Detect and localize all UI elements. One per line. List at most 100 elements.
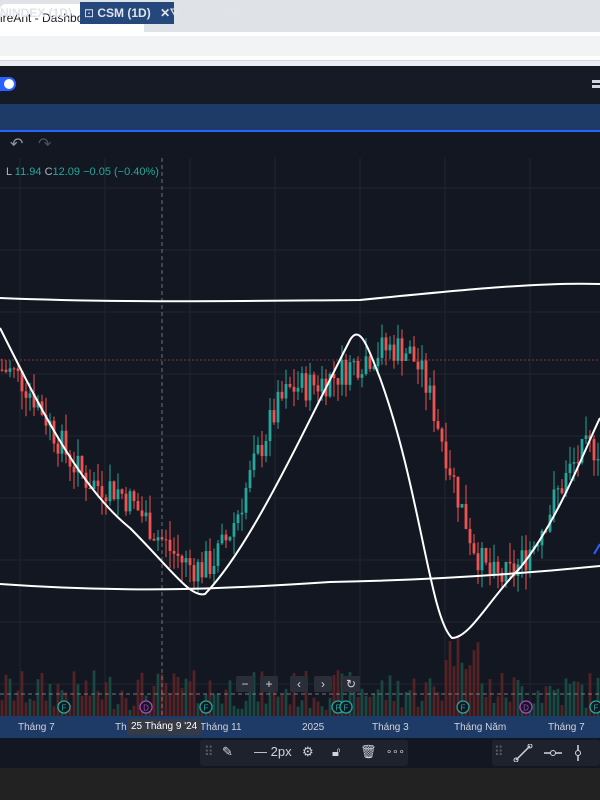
- volume-bar: [444, 660, 448, 716]
- tab-realtime-filter[interactable]: ⧩ Lọc realtime: [170, 6, 255, 21]
- volume-bar: [108, 676, 112, 716]
- url-field[interactable]: [0, 36, 600, 56]
- candle: [56, 443, 60, 454]
- volume-bar: [416, 706, 420, 716]
- candle: [224, 534, 228, 541]
- candle: [252, 453, 256, 471]
- volume-bar: [436, 692, 440, 716]
- volume-bar: [184, 678, 188, 716]
- volume-bar: [328, 697, 332, 716]
- candle: [364, 356, 368, 375]
- volume-bar: [276, 696, 280, 716]
- x-tick-label: Tháng 11: [200, 722, 242, 733]
- candle: [24, 391, 28, 398]
- reset-chart-button[interactable]: ↻: [342, 676, 360, 692]
- undo-icon[interactable]: ↶: [10, 134, 23, 154]
- candle: [552, 489, 556, 515]
- volume-bar: [384, 699, 388, 716]
- close-icon[interactable]: ✕: [160, 6, 170, 20]
- scroll-right-button[interactable]: ›: [314, 676, 332, 692]
- candle: [96, 480, 100, 487]
- candle: [200, 562, 204, 578]
- volume-bar: [492, 702, 496, 716]
- candle: [240, 512, 244, 515]
- candle: [348, 362, 352, 385]
- volume-bar: [156, 673, 160, 716]
- candle: [308, 374, 312, 401]
- volume-bar: [196, 703, 200, 716]
- volume-bar: [568, 683, 572, 716]
- window-bottom: [0, 768, 600, 800]
- volume-bar: [376, 689, 380, 716]
- candle: [28, 393, 32, 398]
- candle: [232, 523, 236, 537]
- candle: [92, 480, 96, 490]
- volume-bar: [504, 697, 508, 716]
- candle: [492, 561, 496, 575]
- candle: [448, 468, 452, 476]
- candle: [244, 487, 248, 513]
- volume-bar: [84, 680, 88, 716]
- gear-icon[interactable]: ⚙: [302, 744, 314, 760]
- volume-bar: [216, 693, 220, 716]
- event-marker-label: F: [461, 704, 466, 713]
- volume-bar: [488, 679, 492, 716]
- candle: [384, 337, 388, 351]
- volume-bar: [76, 684, 80, 716]
- tab-csm-label: CSM (1D): [97, 6, 151, 20]
- redo-icon[interactable]: ↷: [38, 134, 51, 154]
- price-chart[interactable]: FDFFFFDF: [0, 158, 600, 716]
- event-marker-label: F: [204, 704, 209, 713]
- candle: [100, 486, 104, 498]
- candle: [464, 504, 468, 529]
- candle: [468, 528, 472, 544]
- toggle-switch[interactable]: [0, 77, 16, 91]
- candle: [236, 514, 240, 524]
- more-icon[interactable]: ∘∘∘: [386, 747, 405, 758]
- volume-bar: [424, 682, 428, 716]
- candle: [424, 360, 428, 393]
- drag-handle-icon[interactable]: ⠿: [494, 744, 504, 760]
- volume-bar: [264, 703, 268, 716]
- candle: [112, 481, 116, 500]
- tab-vnindex[interactable]: NINDEX (1D): [0, 6, 72, 20]
- filter-icon: ⧩: [170, 6, 185, 20]
- volume-bar: [44, 700, 48, 716]
- volume-bar: [284, 688, 288, 716]
- volume-bar: [316, 701, 320, 716]
- candle: [352, 360, 356, 363]
- drag-handle-icon[interactable]: ⠿: [204, 744, 214, 760]
- lock-icon[interactable]: 🔓︎: [332, 744, 340, 760]
- volume-bar: [72, 671, 76, 716]
- candle: [388, 344, 392, 351]
- candle: [72, 466, 76, 473]
- zoom-out-button[interactable]: −: [236, 676, 254, 692]
- candle: [368, 356, 372, 370]
- x-tick-label: 2025: [302, 722, 325, 733]
- candle: [164, 539, 168, 541]
- pen-icon[interactable]: ✎: [222, 744, 233, 760]
- tab-csm[interactable]: ⊡ CSM (1D) ✕: [80, 2, 175, 24]
- line-width-selector[interactable]: — 2px: [254, 744, 292, 759]
- horizontal-ray-icon: [544, 750, 562, 756]
- zoom-in-button[interactable]: +: [260, 676, 278, 692]
- candle: [0, 369, 4, 371]
- candle: [392, 344, 396, 361]
- volume-bar: [176, 676, 180, 716]
- trash-icon[interactable]: 🗑︎: [360, 744, 377, 760]
- candle: [284, 383, 288, 399]
- volume-bar: [480, 683, 484, 716]
- volume-bar: [356, 696, 360, 716]
- volume-bar: [28, 698, 32, 716]
- candle: [272, 410, 276, 423]
- volume-bar: [448, 641, 452, 716]
- channel-top-line: [0, 282, 600, 303]
- volume-bar: [320, 706, 324, 716]
- scroll-left-button[interactable]: ‹: [290, 676, 308, 692]
- candle: [124, 493, 128, 512]
- volume-bar: [428, 678, 432, 716]
- menu-icon[interactable]: [592, 80, 600, 90]
- volume-bar: [132, 705, 136, 716]
- drawing-tools-icons: [513, 744, 581, 762]
- candle: [488, 562, 492, 575]
